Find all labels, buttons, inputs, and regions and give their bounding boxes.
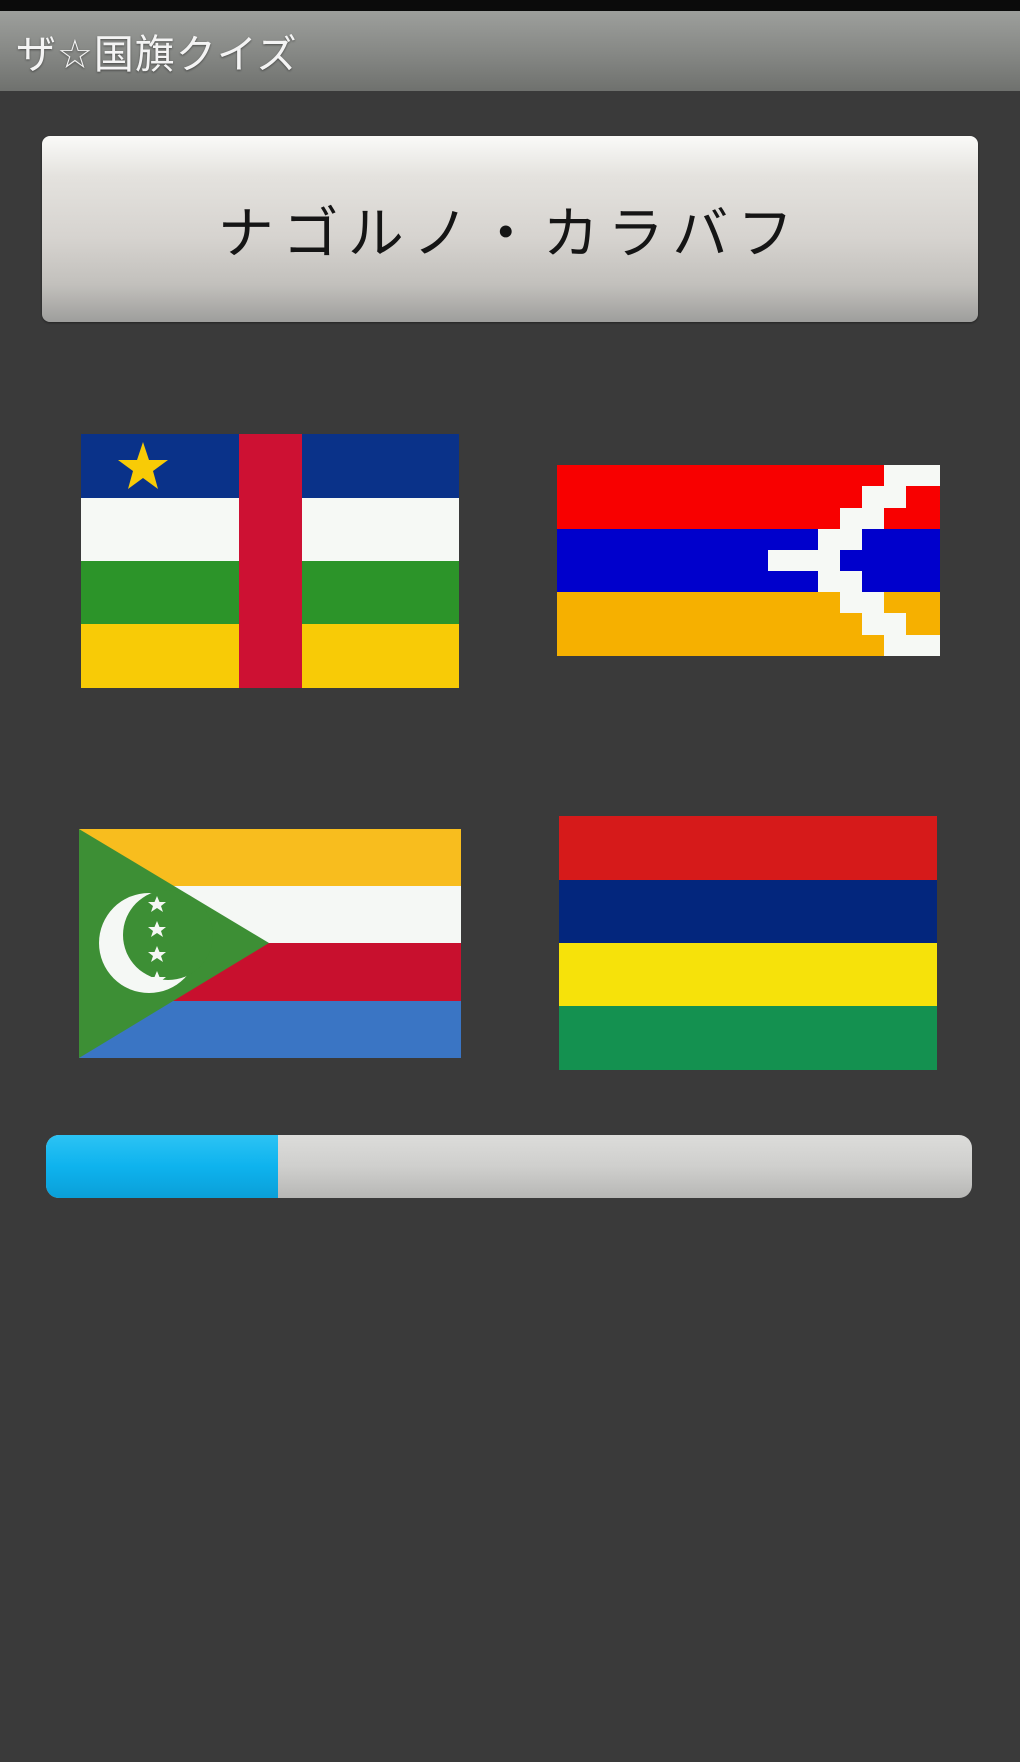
quiz-progress-bar — [46, 1135, 972, 1198]
nagorno-karabakh-flag-icon — [557, 465, 940, 656]
central-african-republic-flag-icon — [81, 434, 459, 688]
title-bar: ザ☆国旗クイズ — [0, 11, 1020, 91]
flag-choice-central-african-republic[interactable] — [81, 434, 459, 688]
status-bar — [0, 0, 1020, 11]
quiz-progress-fill — [46, 1135, 278, 1198]
flag-choice-comoros[interactable] — [79, 829, 461, 1058]
flag-choice-mauritius[interactable] — [559, 816, 937, 1070]
mauritius-flag-icon — [559, 816, 937, 1070]
question-country-button[interactable]: ナゴルノ・カラバフ — [42, 136, 978, 322]
question-country-name: ナゴルノ・カラバフ — [217, 201, 803, 267]
comoros-flag-icon — [79, 829, 461, 1058]
app-title: ザ☆国旗クイズ — [16, 32, 298, 78]
flag-choice-nagorno-karabakh[interactable] — [557, 465, 940, 656]
